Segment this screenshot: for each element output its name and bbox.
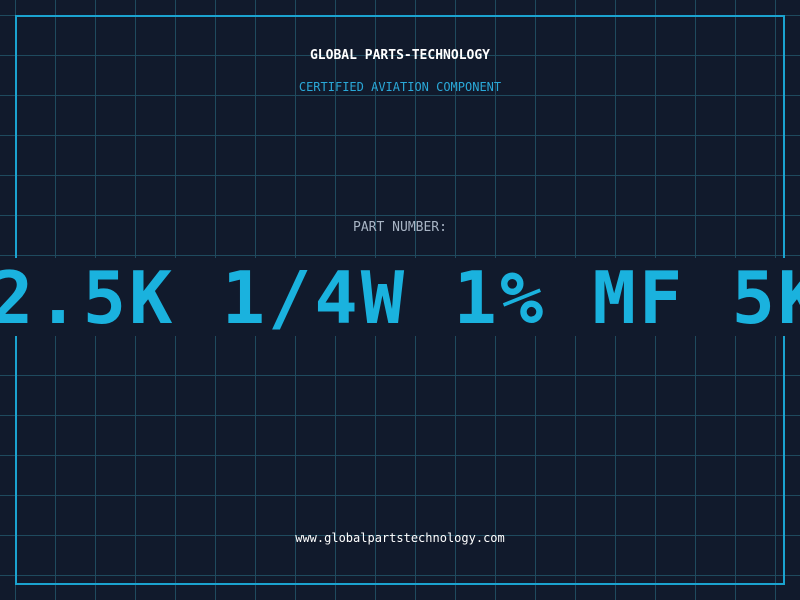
website-url: www.globalpartstechnology.com [295, 531, 505, 545]
company-name: GLOBAL PARTS-TECHNOLOGY [309, 48, 490, 63]
part-number-band: 2.5K 1/4W 1% MF 5K [0, 258, 800, 336]
certification-tagline: CERTIFIED AVIATION COMPONENT [298, 80, 502, 94]
part-number-value: 2.5K 1/4W 1% MF 5K [0, 258, 800, 336]
label-canvas: GLOBAL PARTS-TECHNOLOGY CERTIFIED AVIATI… [0, 0, 800, 600]
part-number-label: PART NUMBER: [353, 220, 447, 235]
